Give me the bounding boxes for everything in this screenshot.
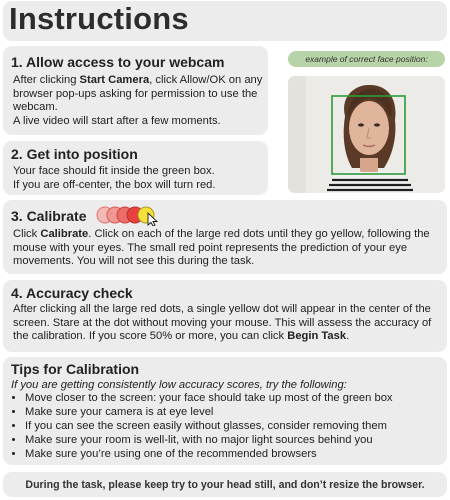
step-accuracy-text-b: . [346,330,350,342]
tips-heading: Tips for Calibration [11,361,140,377]
step-webcam-text-a: After clicking [13,74,80,86]
step-webcam-text: After clicking Start Camera, click Allow… [13,74,263,128]
step-position-text: Your face should fit inside the green bo… [13,165,263,192]
step-accuracy-heading: 4. Accuracy check [11,285,133,301]
tip-item: If you can see the screen easily without… [25,419,393,433]
step-calibrate-text-a: Click [13,228,41,240]
begin-task-label: Begin Task [287,330,347,342]
footer-note: During the task, please keep try to your… [25,479,425,491]
step-webcam-text-c: A live video will start after a few mome… [13,114,221,127]
footer-panel: During the task, please keep try to your… [3,472,447,497]
tip-item: Make sure your camera is at eye level [25,405,393,419]
step-calibrate-panel: 3. Calibrate Click Calibrate. Click on e… [3,200,447,274]
tips-list: Move closer to the screen: your face sho… [3,391,393,461]
tip-item: Move closer to the screen: your face sho… [25,391,393,405]
step-accuracy-panel: 4. Accuracy check After clicking all the… [3,280,447,352]
step-accuracy-text-a: After clicking all the large red dots, a… [13,303,432,342]
calibration-dots-icon [96,206,159,226]
face-illustration [288,76,445,193]
start-camera-label: Start Camera [79,74,150,86]
page-title: Instructions [9,1,189,36]
step-position-heading: 2. Get into position [11,146,138,162]
step-webcam-panel: 1. Allow access to your webcam After cli… [3,46,268,135]
calibrate-label: Calibrate [40,228,89,240]
step-position-line1: Your face should fit inside the green bo… [13,165,215,177]
example-face-image [288,76,445,193]
tips-panel: Tips for Calibration If you are getting … [3,357,447,465]
step-calibrate-heading: 3. Calibrate [11,208,87,224]
step-position-panel: 2. Get into position Your face should fi… [3,141,268,195]
step-calibrate-text: Click Calibrate. Click on each of the la… [13,228,445,269]
step-position-line2: If you are off-center, the box will turn… [13,178,216,191]
title-panel: Instructions [3,1,447,41]
step-accuracy-text: After clicking all the large red dots, a… [13,303,445,344]
tip-item: Make sure your room is well-lit, with no… [25,433,393,447]
tip-item: Make sure you’re using one of the recomm… [25,447,393,461]
example-caption: example of correct face position: [288,51,445,67]
step-webcam-heading: 1. Allow access to your webcam [11,54,225,70]
